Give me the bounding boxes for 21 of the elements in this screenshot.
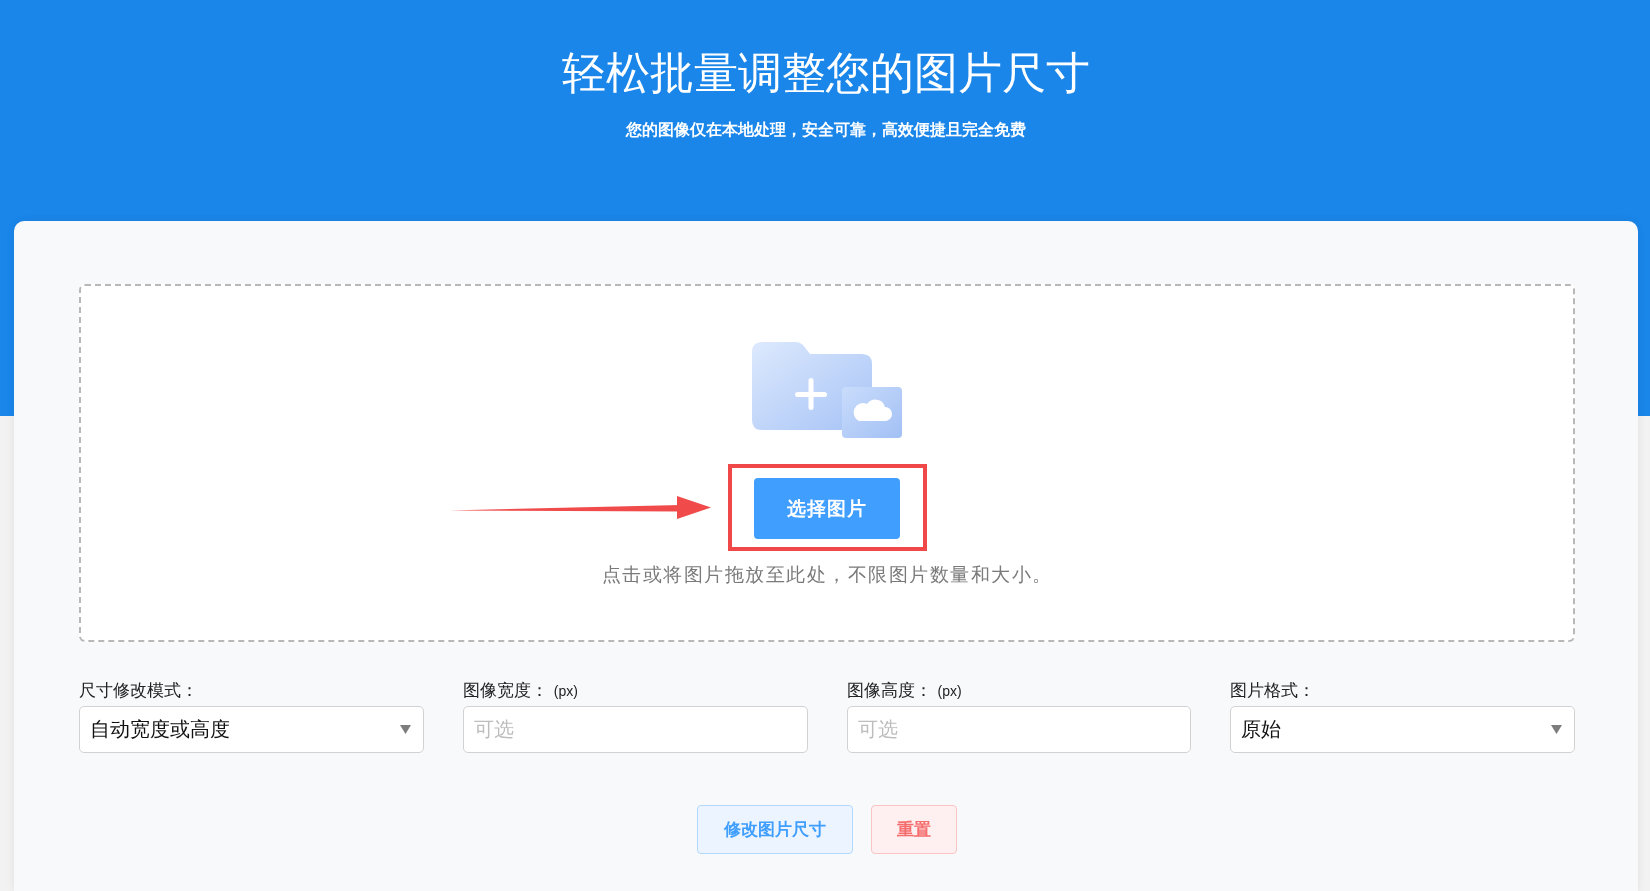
resize-button[interactable]: 修改图片尺寸 <box>697 805 853 854</box>
unit-label: (px) <box>937 683 962 699</box>
unit-label: (px) <box>553 683 578 699</box>
text-input[interactable]: 可选 <box>846 706 1192 753</box>
field-label: 图片格式： <box>1230 680 1316 702</box>
select-images-button[interactable]: 选择图片 <box>753 478 900 539</box>
field-label: 图像宽度： <box>462 680 548 702</box>
caret-icon <box>399 725 411 734</box>
dropdown[interactable]: 自动宽度或高度 <box>79 706 424 753</box>
arrow-icon <box>448 495 711 520</box>
field-label: 图像高度： <box>846 680 932 702</box>
drop-zone[interactable]: 选择图片 点击或将图片拖放至此处，不限图片数量和大小。 <box>79 284 1575 642</box>
field-label: 尺寸修改模式： <box>79 680 198 702</box>
reset-button[interactable]: 重置 <box>871 805 957 854</box>
dropdown[interactable]: 原始 <box>1230 706 1575 753</box>
page-subtitle: 您的图像仅在本地处理，安全可靠，高效便捷且完全免费 <box>626 120 1026 140</box>
drop-hint-text: 点击或将图片拖放至此处，不限图片数量和大小。 <box>601 563 1053 587</box>
page-title: 轻松批量调整您的图片尺寸 <box>562 47 1090 99</box>
folder-plus-cloud-icon <box>752 342 902 438</box>
text-input[interactable]: 可选 <box>462 706 808 753</box>
caret-icon <box>1551 725 1562 734</box>
